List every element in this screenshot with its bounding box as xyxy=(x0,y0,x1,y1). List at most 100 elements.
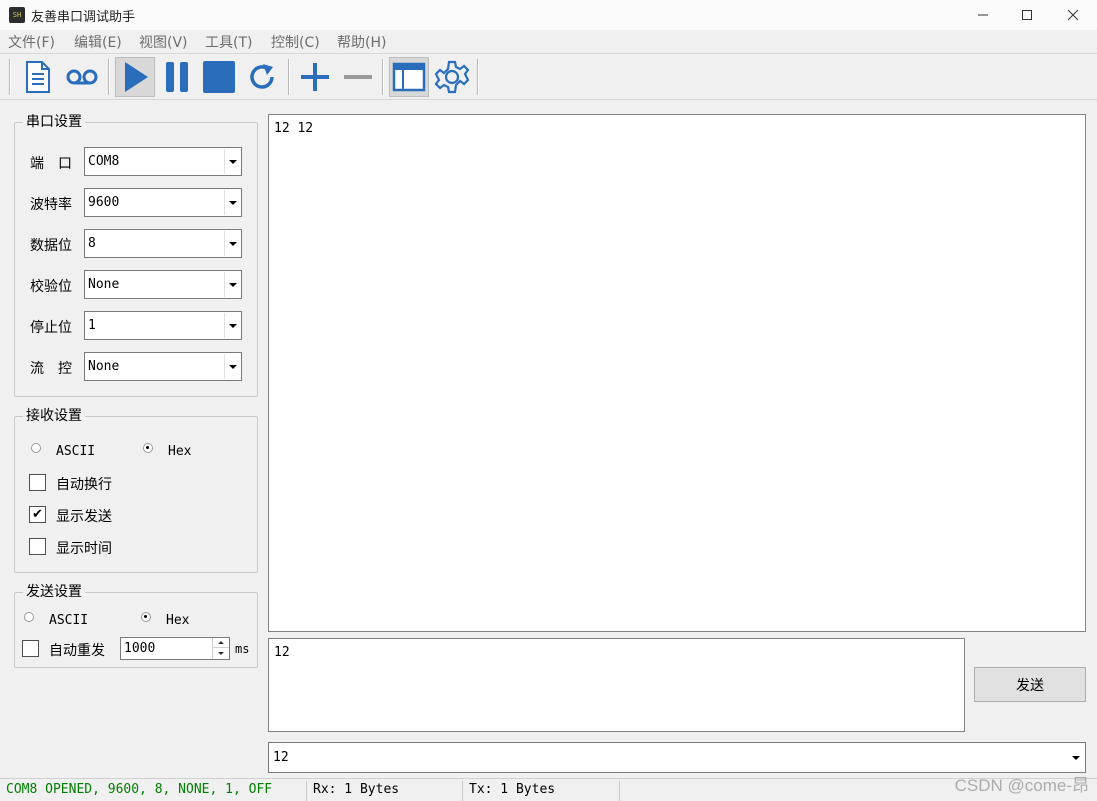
menu-bar: 文件(F) 编辑(E) 视图(V) 工具(T) 控制(C) 帮助(H) xyxy=(0,30,1097,52)
remove-button[interactable] xyxy=(338,57,378,97)
chevron-down-icon[interactable] xyxy=(1068,744,1084,771)
show-sent-label: 显示发送 xyxy=(56,509,112,525)
cassette-icon xyxy=(66,69,98,85)
menu-edit[interactable]: 编辑(E) xyxy=(74,32,122,52)
auto-resend-checkbox[interactable] xyxy=(22,640,39,657)
show-time-label: 显示时间 xyxy=(56,541,112,557)
add-button[interactable] xyxy=(295,57,335,97)
window-icon xyxy=(392,62,426,92)
resend-interval-value: 1000 xyxy=(124,641,156,656)
stop-button[interactable] xyxy=(199,57,239,97)
record-button[interactable] xyxy=(62,57,102,97)
baud-rate-select[interactable]: 9600 xyxy=(84,188,242,217)
send-ascii-radio[interactable] xyxy=(22,610,34,622)
serial-settings-title: 串口设置 xyxy=(23,114,85,130)
gear-icon xyxy=(434,60,470,94)
play-icon xyxy=(125,62,148,92)
receive-settings-title: 接收设置 xyxy=(23,408,85,424)
window-title: 友善串口调试助手 xyxy=(31,10,136,25)
refresh-icon xyxy=(250,64,274,89)
parity-value: None xyxy=(88,277,120,292)
watermark: CSDN @come-昂 xyxy=(954,776,1089,795)
status-bar: COM8 OPENED, 9600, 8, NONE, 1, OFF Rx: 1… xyxy=(0,778,1097,801)
send-hex-radio[interactable] xyxy=(139,610,151,622)
send-history-select[interactable]: 12 xyxy=(268,742,1086,773)
spin-down-icon[interactable] xyxy=(213,648,229,658)
connection-status: COM8 OPENED, 9600, 8, NONE, 1, OFF xyxy=(6,782,273,797)
menu-tools[interactable]: 工具(T) xyxy=(205,32,252,52)
rx-counter: Rx: 1 Bytes xyxy=(306,781,461,801)
menu-view[interactable]: 视图(V) xyxy=(139,32,188,52)
close-icon xyxy=(1067,9,1079,21)
chevron-down-icon[interactable] xyxy=(224,272,240,297)
auto-resend-label: 自动重发 xyxy=(49,643,105,659)
auto-wrap-checkbox[interactable] xyxy=(29,474,46,491)
send-textarea[interactable]: 12 xyxy=(268,638,965,732)
chevron-down-icon[interactable] xyxy=(224,354,240,379)
data-bits-label: 数据位 xyxy=(30,238,72,254)
plus-icon xyxy=(301,63,329,91)
minimize-button[interactable] xyxy=(960,0,1006,30)
stop-icon xyxy=(203,61,235,93)
send-ascii-label: ASCII xyxy=(49,613,89,628)
send-button[interactable]: 发送 xyxy=(974,667,1086,702)
receive-settings-group: 接收设置 xyxy=(14,408,258,573)
port-value: COM8 xyxy=(88,154,120,169)
stop-bits-label: 停止位 xyxy=(30,320,72,336)
auto-wrap-label: 自动换行 xyxy=(56,477,112,493)
port-label: 端 口 xyxy=(30,156,72,172)
receive-hex-radio[interactable] xyxy=(141,441,153,453)
show-time-checkbox[interactable] xyxy=(29,538,46,555)
start-button[interactable] xyxy=(115,57,155,97)
parity-select[interactable]: None xyxy=(84,270,242,299)
data-bits-value: 8 xyxy=(88,236,96,251)
show-sent-checkbox[interactable]: ✔ xyxy=(29,506,46,523)
spin-buttons xyxy=(212,638,229,659)
send-settings-title: 发送设置 xyxy=(23,584,85,600)
parity-label: 校验位 xyxy=(30,279,72,295)
receive-hex-label: Hex xyxy=(168,444,192,459)
flow-control-label: 流 控 xyxy=(30,361,72,377)
pause-button[interactable] xyxy=(157,57,197,97)
port-select[interactable]: COM8 xyxy=(84,147,242,176)
maximize-button[interactable] xyxy=(1004,0,1050,30)
resend-interval-spinbox[interactable]: 1000 xyxy=(120,637,230,660)
send-hex-label: Hex xyxy=(166,613,190,628)
chevron-down-icon[interactable] xyxy=(224,231,240,256)
flow-control-select[interactable]: None xyxy=(84,352,242,381)
toolbar-separator xyxy=(288,59,290,95)
chevron-down-icon[interactable] xyxy=(224,149,240,174)
stop-bits-value: 1 xyxy=(88,318,96,333)
data-bits-select[interactable]: 8 xyxy=(84,229,242,258)
baud-rate-label: 波特率 xyxy=(30,197,72,213)
minus-icon xyxy=(344,75,372,79)
chevron-down-icon[interactable] xyxy=(224,190,240,215)
menu-file[interactable]: 文件(F) xyxy=(8,32,55,52)
document-icon xyxy=(26,61,50,93)
stop-bits-select[interactable]: 1 xyxy=(84,311,242,340)
flow-control-value: None xyxy=(88,359,120,374)
receive-text: 12 12 xyxy=(274,121,314,136)
toolbar-grip xyxy=(9,59,11,95)
title-bar: SH 友善串口调试助手 xyxy=(0,0,1097,30)
pause-icon xyxy=(166,62,188,92)
chevron-down-icon[interactable] xyxy=(224,313,240,338)
toolbar-separator xyxy=(382,59,384,95)
refresh-button[interactable] xyxy=(242,57,282,97)
receive-textarea[interactable]: 12 12 xyxy=(268,114,1086,632)
resend-interval-unit: ms xyxy=(235,642,250,656)
maximize-icon xyxy=(1022,10,1032,20)
receive-ascii-label: ASCII xyxy=(56,444,96,459)
spin-up-icon[interactable] xyxy=(213,638,229,648)
settings-button[interactable] xyxy=(432,57,472,97)
close-button[interactable] xyxy=(1050,0,1096,30)
new-document-button[interactable] xyxy=(18,57,58,97)
menu-control[interactable]: 控制(C) xyxy=(271,32,320,52)
send-history-value: 12 xyxy=(273,750,289,765)
receive-ascii-radio[interactable] xyxy=(29,441,41,453)
send-text: 12 xyxy=(274,645,290,660)
baud-rate-value: 9600 xyxy=(88,195,120,210)
app-icon: SH xyxy=(9,7,25,23)
window-toggle-button[interactable] xyxy=(389,57,429,97)
menu-help[interactable]: 帮助(H) xyxy=(337,32,386,52)
